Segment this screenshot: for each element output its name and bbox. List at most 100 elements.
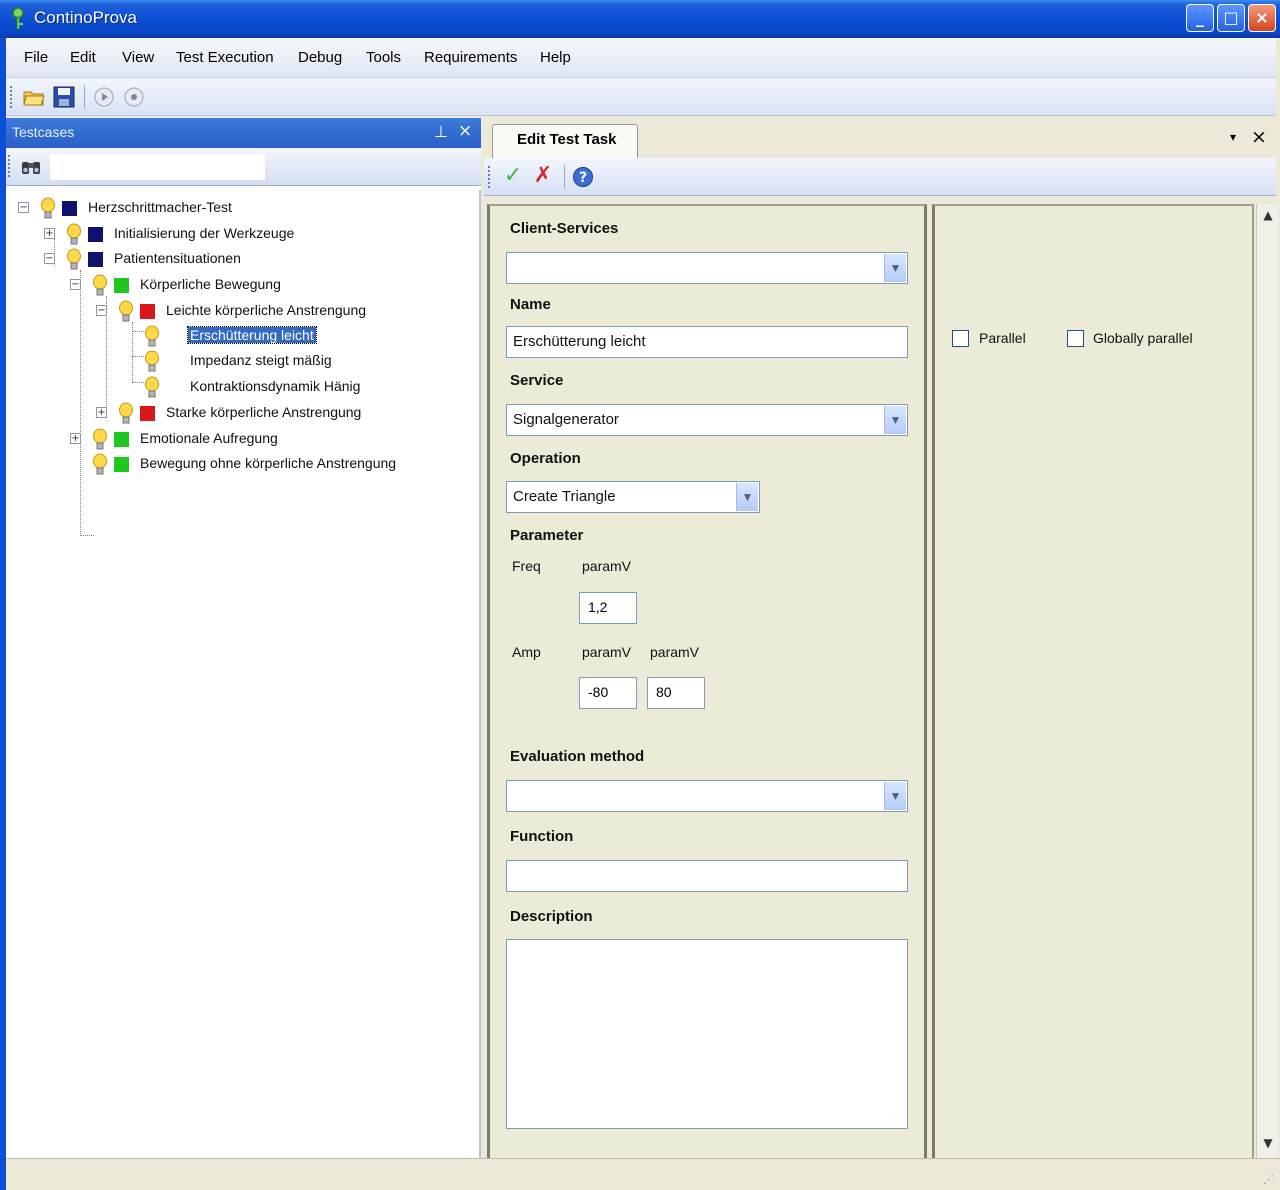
task-form: Client-Services ▼ Name Erschütterung lei… (487, 204, 927, 1158)
menu-bar: File Edit View Test Execution Debug Tool… (6, 38, 1276, 78)
tree-node[interactable]: − Leichte körperliche Anstrengung (96, 299, 476, 323)
binoculars-icon[interactable] (20, 156, 42, 176)
help-icon[interactable]: ? (572, 166, 594, 188)
collapse-toggle[interactable]: − (70, 279, 81, 290)
play-icon[interactable] (92, 85, 116, 109)
amp-param-input-2[interactable]: 80 (647, 677, 705, 709)
chevron-down-icon: ▼ (884, 406, 906, 434)
tab-close-button[interactable]: × (1251, 126, 1267, 148)
menu-test-execution[interactable]: Test Execution (176, 49, 274, 66)
title-bar: ContinoProva _ □ × (0, 0, 1280, 38)
tree-node-label: Patientensituationen (114, 250, 241, 266)
freq-param-header: paramV (582, 558, 632, 574)
freq-label: Freq (512, 558, 541, 574)
name-input[interactable]: Erschütterung leicht (506, 326, 908, 358)
function-label: Function (510, 828, 574, 845)
maximize-button[interactable]: □ (1217, 4, 1245, 32)
close-window-button[interactable]: × (1248, 4, 1276, 32)
save-icon[interactable] (52, 85, 76, 109)
testcase-tree: − Herzschrittmacher-Test + Initialisieru… (6, 190, 481, 1158)
panel-close-button[interactable]: × (458, 121, 472, 141)
tree-node[interactable]: − Patientensituationen (44, 247, 444, 271)
toolbar-grip[interactable] (8, 155, 11, 177)
window-title: ContinoProva (34, 8, 138, 27)
expand-toggle[interactable]: + (70, 433, 81, 444)
cancel-icon[interactable]: ✗ (532, 165, 554, 187)
record-icon[interactable] (122, 85, 146, 109)
document-tab-strip: Edit Test Task ▾ × (484, 118, 1280, 158)
collapse-toggle[interactable]: − (96, 305, 107, 316)
menu-tools[interactable]: Tools (366, 49, 401, 66)
menu-edit[interactable]: Edit (70, 49, 96, 66)
main-toolbar (6, 78, 1276, 116)
service-select[interactable]: Signalgenerator ▼ (506, 404, 908, 436)
expand-toggle[interactable]: + (96, 407, 107, 418)
collapse-toggle[interactable]: − (18, 202, 29, 213)
menu-debug[interactable]: Debug (298, 49, 342, 66)
globally-parallel-checkbox[interactable] (1067, 330, 1084, 347)
scroll-up-icon[interactable]: ▲ (1260, 208, 1276, 226)
status-square (140, 406, 155, 421)
tree-node-label: Emotionale Aufregung (140, 430, 278, 446)
svg-text:?: ? (579, 170, 587, 186)
tree-line (80, 535, 94, 536)
tree-node-label: Starke körperliche Anstrengung (166, 404, 362, 420)
tree-node[interactable]: + Emotionale Aufregung (70, 427, 470, 451)
menu-requirements[interactable]: Requirements (424, 49, 517, 66)
amp-label: Amp (512, 644, 541, 660)
panel-title: Testcases (12, 124, 75, 140)
checkmark-icon[interactable]: ✓ (502, 165, 524, 187)
options-panel: Parallel Globally parallel (932, 204, 1254, 1158)
lightbulb-icon (119, 402, 133, 424)
tree-node[interactable]: Bewegung ohne körperliche Anstrengung (70, 452, 470, 476)
scroll-down-icon[interactable]: ▼ (1260, 1136, 1276, 1154)
toolbar-grip[interactable] (488, 166, 491, 188)
search-input[interactable] (50, 154, 265, 180)
expand-toggle[interactable]: + (44, 228, 55, 239)
amp-param-header-1: paramV (582, 644, 632, 660)
evaluation-method-select[interactable]: ▼ (506, 780, 908, 812)
description-textarea[interactable] (506, 939, 908, 1129)
tree-node-label: Körperliche Bewegung (140, 276, 281, 292)
collapse-toggle[interactable]: − (44, 253, 55, 264)
tree-node[interactable]: Impedanz steigt mäßig (144, 349, 444, 373)
tab-list-dropdown[interactable]: ▾ (1230, 130, 1236, 144)
tree-node[interactable]: − Körperliche Bewegung (70, 273, 470, 297)
lightbulb-icon (145, 376, 159, 398)
menu-file[interactable]: File (24, 49, 48, 66)
vertical-scrollbar[interactable]: ▲ ▼ (1256, 204, 1278, 1158)
status-square (88, 252, 103, 267)
toolbar-separator (564, 165, 565, 189)
resize-grip-icon[interactable]: ⋰ (1263, 1173, 1274, 1186)
operation-select[interactable]: Create Triangle ▼ (506, 481, 760, 513)
tree-node[interactable]: + Starke körperliche Anstrengung (96, 401, 476, 425)
minimize-button[interactable]: _ (1186, 4, 1214, 32)
tree-node-label: Impedanz steigt mäßig (190, 352, 332, 368)
client-services-select[interactable]: ▼ (506, 252, 908, 284)
status-square (140, 304, 155, 319)
tree-node-selected[interactable]: Erschütterung leicht (144, 324, 444, 348)
evaluation-method-label: Evaluation method (510, 748, 645, 765)
folder-open-icon[interactable] (22, 85, 46, 109)
tree-node-label: Erschütterung leicht (187, 326, 317, 344)
tree-node-label: Bewegung ohne körperliche Anstrengung (140, 455, 397, 471)
name-label: Name (510, 296, 551, 313)
client-services-label: Client-Services (510, 220, 619, 237)
freq-param-input[interactable]: 1,2 (579, 592, 637, 624)
tree-node[interactable]: Kontraktionsdynamik Hänig (144, 375, 444, 399)
tree-node-label: Leichte körperliche Anstrengung (166, 302, 367, 318)
tree-node[interactable]: + Initialisierung der Werkzeuge (44, 222, 444, 246)
menu-help[interactable]: Help (540, 49, 571, 66)
pin-icon[interactable]: ⊥ (434, 122, 448, 141)
testcases-panel: Testcases ⊥ × − Herzschrittmacher-Test +… (6, 118, 481, 1158)
toolbar-grip[interactable] (10, 86, 13, 108)
app-key-icon (12, 7, 24, 30)
function-input[interactable] (506, 860, 908, 892)
menu-view[interactable]: View (122, 49, 154, 66)
lightbulb-icon (67, 248, 81, 270)
lightbulb-icon (119, 300, 133, 322)
tab-edit-test-task[interactable]: Edit Test Task (492, 124, 638, 158)
amp-param-input-1[interactable]: -80 (579, 677, 637, 709)
tree-node[interactable]: − Herzschrittmacher-Test (18, 196, 418, 220)
parallel-checkbox[interactable] (952, 330, 969, 347)
